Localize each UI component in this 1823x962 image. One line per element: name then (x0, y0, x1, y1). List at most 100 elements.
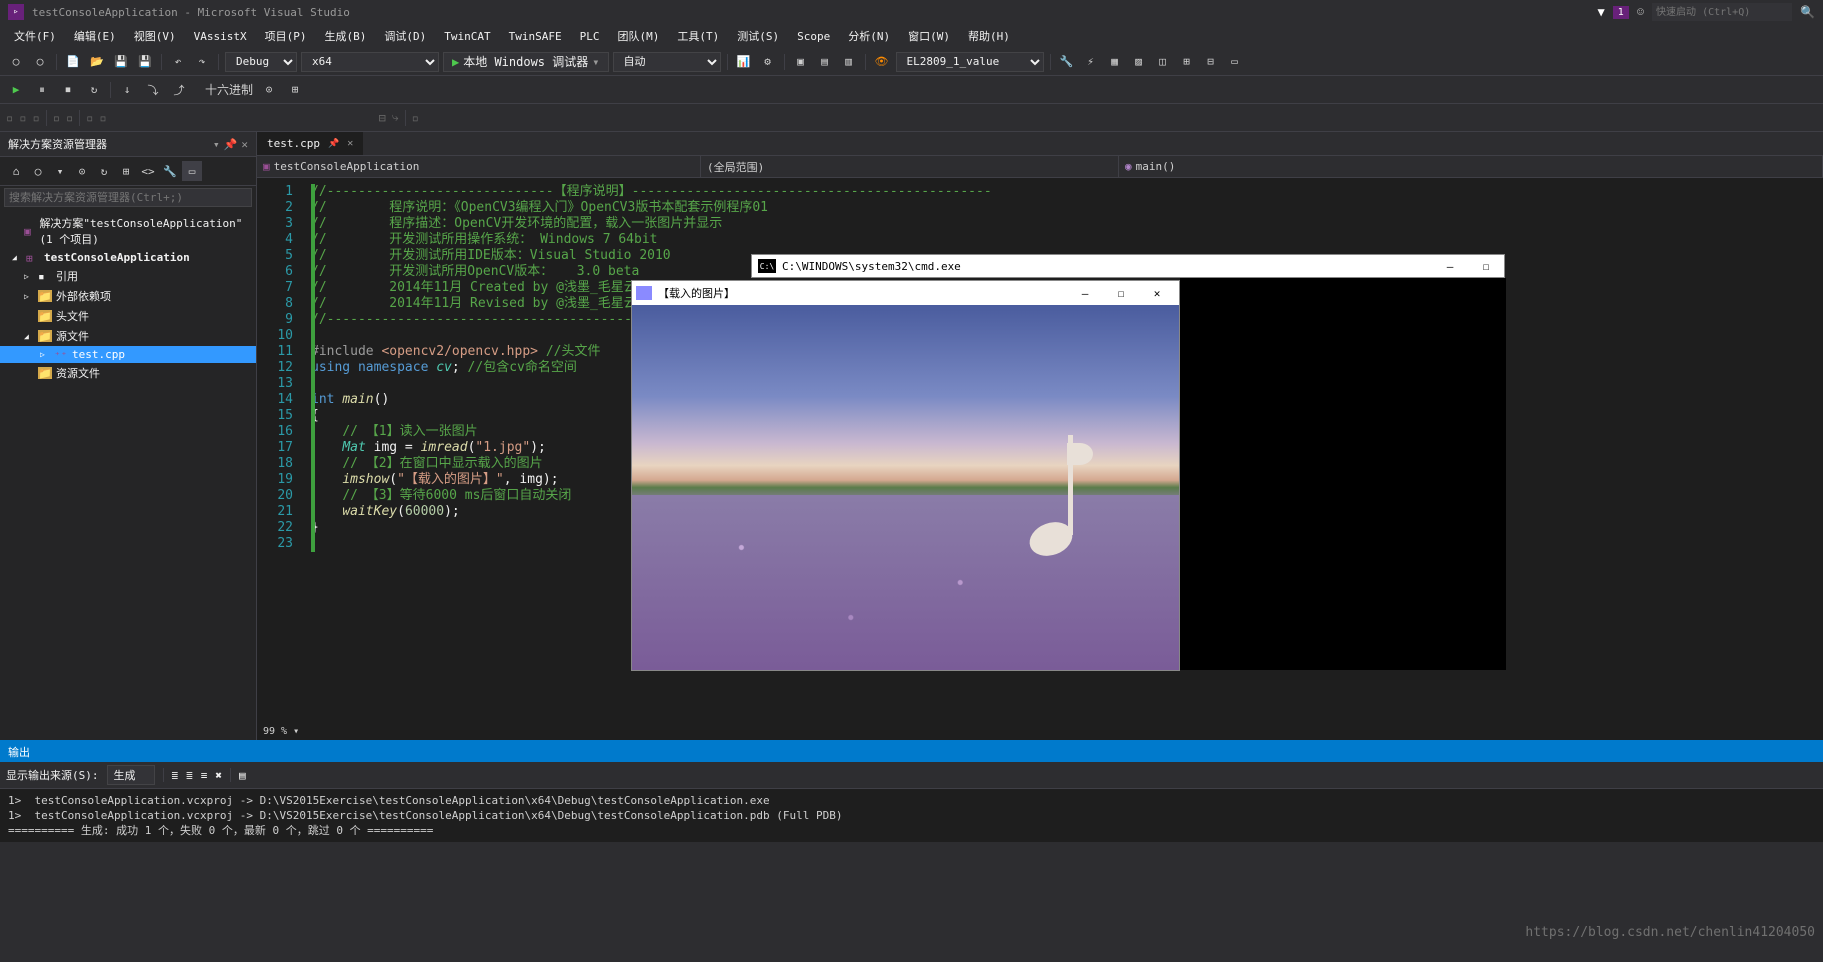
tool-icon[interactable]: ▤ (815, 52, 835, 72)
menu-help[interactable]: 帮助(H) (960, 25, 1018, 47)
radix-label[interactable]: 十六进制 (205, 81, 253, 98)
tool-icon[interactable]: ▭ (182, 161, 202, 181)
tab-test-cpp[interactable]: test.cpp 📌 ✕ (257, 132, 363, 155)
menu-team[interactable]: 团队(M) (609, 25, 667, 47)
menu-file[interactable]: 文件(F) (6, 25, 64, 47)
config-combo[interactable]: Debug (225, 52, 297, 72)
step-icon[interactable]: ↓ (117, 80, 137, 100)
tool-icon[interactable]: ◯ (28, 161, 48, 181)
menu-twincat[interactable]: TwinCAT (436, 27, 498, 46)
menu-twinsafe[interactable]: TwinSAFE (501, 27, 570, 46)
scope-func[interactable]: ◉main() (1119, 156, 1823, 177)
solution-search-input[interactable] (4, 188, 252, 207)
save-icon[interactable]: 💾 (111, 52, 131, 72)
ext-deps-node[interactable]: ▷📁外部依赖项 (0, 286, 256, 306)
clear-icon[interactable]: ✖ (215, 769, 222, 782)
tool-icon[interactable]: ≣ (186, 769, 193, 782)
notification-count[interactable]: 1 (1613, 6, 1629, 19)
tool-icon[interactable]: ▨ (1129, 52, 1149, 72)
tool-icon[interactable]: ⊟ (379, 111, 386, 125)
tool-icon[interactable]: ▫ (412, 111, 419, 125)
menu-test[interactable]: 测试(S) (729, 25, 787, 47)
menu-debug[interactable]: 调试(D) (376, 25, 434, 47)
tool-icon[interactable]: <> (138, 161, 158, 181)
tool-icon[interactable]: ▤ (239, 769, 246, 782)
dropdown-icon[interactable]: ▾ (213, 138, 220, 151)
menu-window[interactable]: 窗口(W) (900, 25, 958, 47)
tool-icon[interactable]: ⊞ (285, 80, 305, 100)
menu-scope[interactable]: Scope (789, 27, 838, 46)
scope-global[interactable]: (全局范围) (701, 156, 1119, 177)
tool-icon[interactable]: ⊙ (72, 161, 92, 181)
tool-icon[interactable]: ≡ (201, 769, 208, 782)
tool-icon[interactable]: ▦ (1105, 52, 1125, 72)
project-node[interactable]: ◢⊞testConsoleApplication (0, 249, 256, 266)
tool-icon[interactable]: 📊 (734, 52, 754, 72)
step-icon[interactable]: ⤴ (169, 80, 189, 100)
start-debug-button[interactable]: ▶ 本地 Windows 调试器 ▾ (443, 52, 609, 72)
tool-icon[interactable]: ▣ (791, 52, 811, 72)
cmd-window[interactable]: C:\ C:\WINDOWS\system32\cmd.exe — ☐ (751, 254, 1505, 278)
notifications-flag-icon[interactable]: ▼ (1598, 5, 1605, 19)
feedback-icon[interactable]: ☺ (1637, 5, 1644, 19)
tool-icon[interactable]: ⚡ (1081, 52, 1101, 72)
menu-analyze[interactable]: 分析(N) (840, 25, 898, 47)
nav-back-icon[interactable]: ◯ (6, 52, 26, 72)
image-window[interactable]: 【载入的图片】 — ☐ ✕ (631, 280, 1180, 671)
solution-node[interactable]: ▣解决方案"testConsoleApplication"(1 个项目) (0, 213, 256, 249)
tool-icon[interactable]: ⊞ (1177, 52, 1197, 72)
tool-icon[interactable]: 🔧 (1057, 52, 1077, 72)
menu-vassistx[interactable]: VAssistX (186, 27, 255, 46)
menu-build[interactable]: 生成(B) (316, 25, 374, 47)
open-file-icon[interactable]: 📂 (87, 52, 107, 72)
tool-icon[interactable]: ≣ (172, 769, 179, 782)
scope-project[interactable]: ▣testConsoleApplication (257, 156, 701, 177)
tool-icon[interactable]: ▾ (50, 161, 70, 181)
minimize-button[interactable]: — (1067, 287, 1103, 300)
resources-node[interactable]: 📁资源文件 (0, 363, 256, 383)
menu-project[interactable]: 项目(P) (257, 25, 315, 47)
minimize-button[interactable]: — (1432, 260, 1468, 273)
restart-icon[interactable]: ↻ (84, 80, 104, 100)
watch-icon[interactable]: 👁 (872, 52, 892, 72)
menu-edit[interactable]: 编辑(E) (66, 25, 124, 47)
tool-icon[interactable]: ⚙ (758, 52, 778, 72)
close-icon[interactable]: ✕ (347, 138, 353, 149)
pin-icon[interactable]: 📌 (224, 138, 238, 151)
redo-icon[interactable]: ↷ (192, 52, 212, 72)
zoom-indicator[interactable]: 99 % ▾ (257, 722, 1823, 740)
var-combo[interactable]: EL2809_1_value (896, 52, 1044, 72)
nav-fwd-icon[interactable]: ◯ (30, 52, 50, 72)
tool-icon[interactable]: ▥ (839, 52, 859, 72)
continue-icon[interactable]: ▶ (6, 80, 26, 100)
tool-icon[interactable]: ⊟ (1201, 52, 1221, 72)
home-icon[interactable]: ⌂ (6, 161, 26, 181)
close-button[interactable]: ✕ (1139, 287, 1175, 300)
output-content[interactable]: 1> testConsoleApplication.vcxproj -> D:\… (0, 789, 1823, 842)
file-test-cpp[interactable]: ▷⁺⁺test.cpp (0, 346, 256, 363)
properties-icon[interactable]: 🔧 (160, 161, 180, 181)
maximize-button[interactable]: ☐ (1103, 287, 1139, 300)
save-all-icon[interactable]: 💾 (135, 52, 155, 72)
platform-combo[interactable]: x64 (301, 52, 439, 72)
menu-tools[interactable]: 工具(T) (669, 25, 727, 47)
mode-combo[interactable]: 自动 (613, 52, 721, 72)
headers-node[interactable]: 📁头文件 (0, 306, 256, 326)
output-source-combo[interactable]: 生成 (107, 765, 155, 785)
menu-plc[interactable]: PLC (572, 27, 608, 46)
refresh-icon[interactable]: ↻ (94, 161, 114, 181)
menu-view[interactable]: 视图(V) (126, 25, 184, 47)
search-icon[interactable]: 🔍 (1800, 5, 1815, 19)
tool-icon[interactable]: ⤷ (392, 110, 399, 125)
new-file-icon[interactable]: 📄 (63, 52, 83, 72)
refs-node[interactable]: ▷▪引用 (0, 266, 256, 286)
pause-icon[interactable]: ⏸ (32, 80, 52, 100)
sources-node[interactable]: ◢📁源文件 (0, 326, 256, 346)
undo-icon[interactable]: ↶ (168, 52, 188, 72)
pin-icon[interactable]: 📌 (328, 139, 339, 149)
tool-icon[interactable]: ◫ (1153, 52, 1173, 72)
step-icon[interactable]: ⤵ (143, 80, 163, 100)
close-icon[interactable]: ✕ (241, 138, 248, 151)
stop-icon[interactable]: ⏹ (58, 80, 78, 100)
image-titlebar[interactable]: 【载入的图片】 — ☐ ✕ (632, 281, 1179, 305)
